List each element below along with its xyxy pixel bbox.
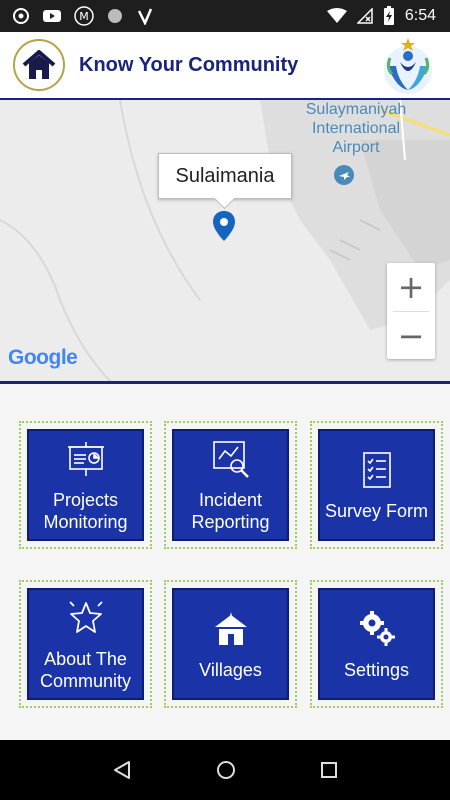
zoom-out-button[interactable]: − [387,312,435,360]
villages-button[interactable]: Villages [172,588,289,700]
marker-info-window[interactable]: Sulaimania [158,153,292,199]
google-logo: Google [8,346,78,370]
zoom-in-button[interactable]: + [387,263,435,311]
analytics-search-icon [209,437,253,481]
gmail-icon: M [74,6,94,26]
tile-frame-projects: Projects Monitoring [19,421,152,549]
tile-frame-incident: Incident Reporting [164,421,297,549]
incident-reporting-button[interactable]: Incident Reporting [172,429,289,541]
sync-icon [108,9,122,23]
tile-frame-villages: Villages [164,580,297,708]
system-nav-bar [0,740,450,800]
tile-label: Survey Form [324,501,429,521]
back-icon[interactable] [111,759,133,781]
survey-form-button[interactable]: Survey Form [318,429,435,541]
app-bar: Know Your Community [0,32,450,100]
tile-label: About The Community [39,649,132,691]
media-notification-icon [13,8,29,24]
tile-frame-survey: Survey Form [310,421,443,549]
projects-monitoring-button[interactable]: Projects Monitoring [27,429,144,541]
home-button[interactable] [13,39,65,91]
settings-button[interactable]: Settings [318,588,435,700]
marker-title: Sulaimania [175,164,275,187]
community-logo [384,38,432,94]
wifi-icon [326,8,347,23]
tile-label: Incident Reporting [191,490,270,532]
app-title: Know Your Community [79,53,299,76]
tile-label: Settings [343,660,410,680]
recents-icon[interactable] [319,760,339,780]
tile-label: Projects Monitoring [43,490,128,532]
presentation-chart-icon [64,437,108,481]
youtube-icon [43,10,61,22]
map-divider [0,381,450,384]
hut-icon [209,607,253,651]
map-marker-icon[interactable] [213,211,235,241]
about-community-button[interactable]: About The Community [27,588,144,700]
clipboard-checklist-icon [355,448,399,492]
zoom-controls: + − [387,263,435,359]
tile-frame-about: About The Community [19,580,152,708]
gears-icon [355,607,399,651]
status-time: 6:54 [404,7,436,24]
status-bar: M 6:54 [0,0,450,32]
tile-frame-settings: Settings [310,580,443,708]
svg-text:M: M [79,10,89,23]
home-nav-icon[interactable] [215,759,237,781]
airport-label: Sulaymaniyah International Airport [305,101,407,156]
tile-label: Villages [199,660,262,680]
star-icon [64,596,108,640]
airport-icon [334,165,354,185]
battery-charging-icon [383,6,394,25]
no-signal-icon [356,8,373,24]
check-icon [137,8,153,25]
home-icon [22,50,56,79]
google-attribution: Google [8,346,78,369]
